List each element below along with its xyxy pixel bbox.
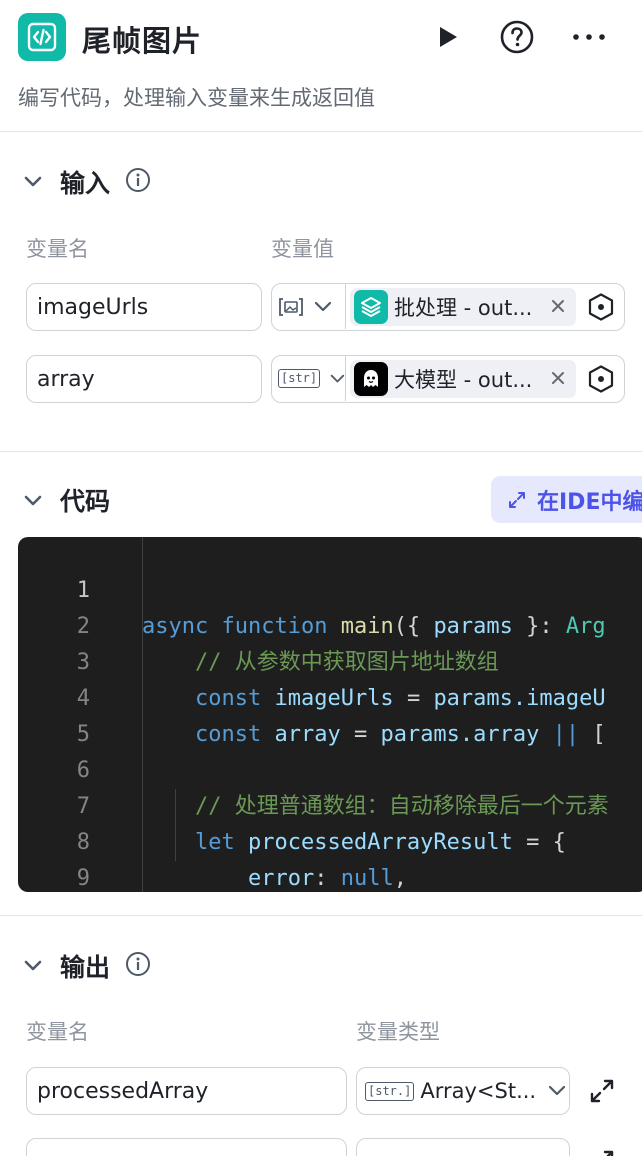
chevron-down-icon bbox=[549, 1085, 566, 1096]
more-button[interactable] bbox=[570, 18, 608, 56]
output-name-input[interactable] bbox=[26, 1138, 347, 1156]
chevron-down-icon bbox=[314, 301, 332, 311]
chevron-down-icon bbox=[330, 374, 345, 382]
image-type-icon bbox=[279, 297, 303, 316]
reference-text: 大模型 - out... bbox=[394, 368, 533, 392]
help-button[interactable] bbox=[498, 18, 536, 56]
code-section-title: 代码 bbox=[60, 487, 111, 516]
code-editor[interactable]: 1 async function main({ params }: Arg 2 … bbox=[18, 537, 642, 892]
output-type-select[interactable] bbox=[356, 1138, 570, 1156]
variable-settings-icon[interactable] bbox=[586, 364, 616, 394]
code-line: 4 const array = params.array || [ bbox=[76, 686, 606, 747]
code-line: 7 let processedArrayResult = { bbox=[76, 794, 566, 855]
code-line: 1 async function main({ params }: Arg bbox=[76, 578, 606, 639]
info-icon[interactable] bbox=[125, 167, 151, 193]
info-icon[interactable] bbox=[125, 951, 151, 977]
remove-reference-button[interactable] bbox=[546, 294, 570, 318]
more-dots-icon bbox=[573, 34, 605, 40]
code-node-icon bbox=[18, 13, 66, 61]
run-button[interactable] bbox=[428, 18, 466, 56]
type-selector[interactable]: [str] bbox=[272, 356, 346, 401]
type-selector[interactable] bbox=[272, 284, 346, 329]
variable-value-field[interactable]: 批处理 - out... bbox=[271, 283, 625, 331]
variable-settings-icon[interactable] bbox=[586, 292, 616, 322]
llm-ghost-icon bbox=[354, 362, 388, 396]
column-label-type: 变量类型 bbox=[356, 1020, 440, 1044]
batch-layers-icon bbox=[354, 290, 388, 324]
collapse-chevron-icon[interactable] bbox=[22, 170, 44, 192]
collapse-chevron-icon[interactable] bbox=[22, 954, 44, 976]
open-in-ide-button[interactable]: 在IDE中编 bbox=[491, 476, 642, 523]
output-type-text: Array<St... bbox=[420, 1079, 537, 1103]
code-line: 9 processedArray: [] bbox=[76, 866, 90, 891]
output-section-title: 输出 bbox=[60, 953, 111, 982]
code-line: 10 }; bbox=[18, 861, 642, 892]
node-description[interactable]: 编写代码，处理输入变量来生成返回值 bbox=[18, 82, 375, 112]
code-line: 2 // 从参数中获取图片地址数组 bbox=[76, 614, 499, 675]
reference-chip[interactable]: 批处理 - out... bbox=[350, 288, 576, 326]
close-icon bbox=[552, 372, 564, 384]
code-line: 6 // 处理普通数组：自动移除最后一个元素 bbox=[76, 758, 609, 819]
expand-icon[interactable] bbox=[587, 1076, 617, 1106]
output-name-input[interactable]: processedArray bbox=[26, 1067, 347, 1115]
reference-chip[interactable]: 大模型 - out... bbox=[350, 360, 576, 398]
help-circle-icon bbox=[500, 20, 534, 54]
node-header: 尾帧图片 编写代码，处理输入变量来生成返回值 bbox=[0, 0, 642, 132]
column-label-value: 变量值 bbox=[271, 237, 334, 261]
output-type-select[interactable]: [str.] Array<St... bbox=[356, 1067, 570, 1115]
input-section-title: 输入 bbox=[60, 169, 111, 198]
variable-name-input[interactable]: array bbox=[26, 355, 262, 403]
expand-arrow-icon bbox=[509, 491, 525, 508]
play-icon bbox=[440, 27, 457, 47]
expand-icon[interactable] bbox=[587, 1147, 617, 1156]
variable-value-field[interactable]: [str] 大模型 - out... bbox=[271, 355, 625, 403]
open-in-ide-label: 在IDE中编 bbox=[537, 489, 642, 515]
section-divider bbox=[0, 915, 642, 916]
collapse-chevron-icon[interactable] bbox=[22, 489, 44, 511]
remove-reference-button[interactable] bbox=[546, 366, 570, 390]
node-title[interactable]: 尾帧图片 bbox=[82, 18, 202, 60]
string-array-type-tag: [str.] bbox=[365, 1081, 415, 1101]
code-line: 3 const imageUrls = params.imageU bbox=[76, 650, 606, 711]
variable-name-input[interactable]: imageUrls bbox=[26, 283, 262, 331]
section-divider bbox=[0, 451, 642, 452]
close-icon bbox=[552, 300, 564, 312]
column-label-name: 变量名 bbox=[26, 237, 89, 261]
string-type-tag: [str] bbox=[278, 369, 321, 388]
code-line: 5 bbox=[76, 722, 90, 747]
code-line: 8 error: null, bbox=[76, 830, 407, 891]
column-label-name: 变量名 bbox=[26, 1020, 89, 1044]
reference-text: 批处理 - out... bbox=[394, 296, 533, 320]
